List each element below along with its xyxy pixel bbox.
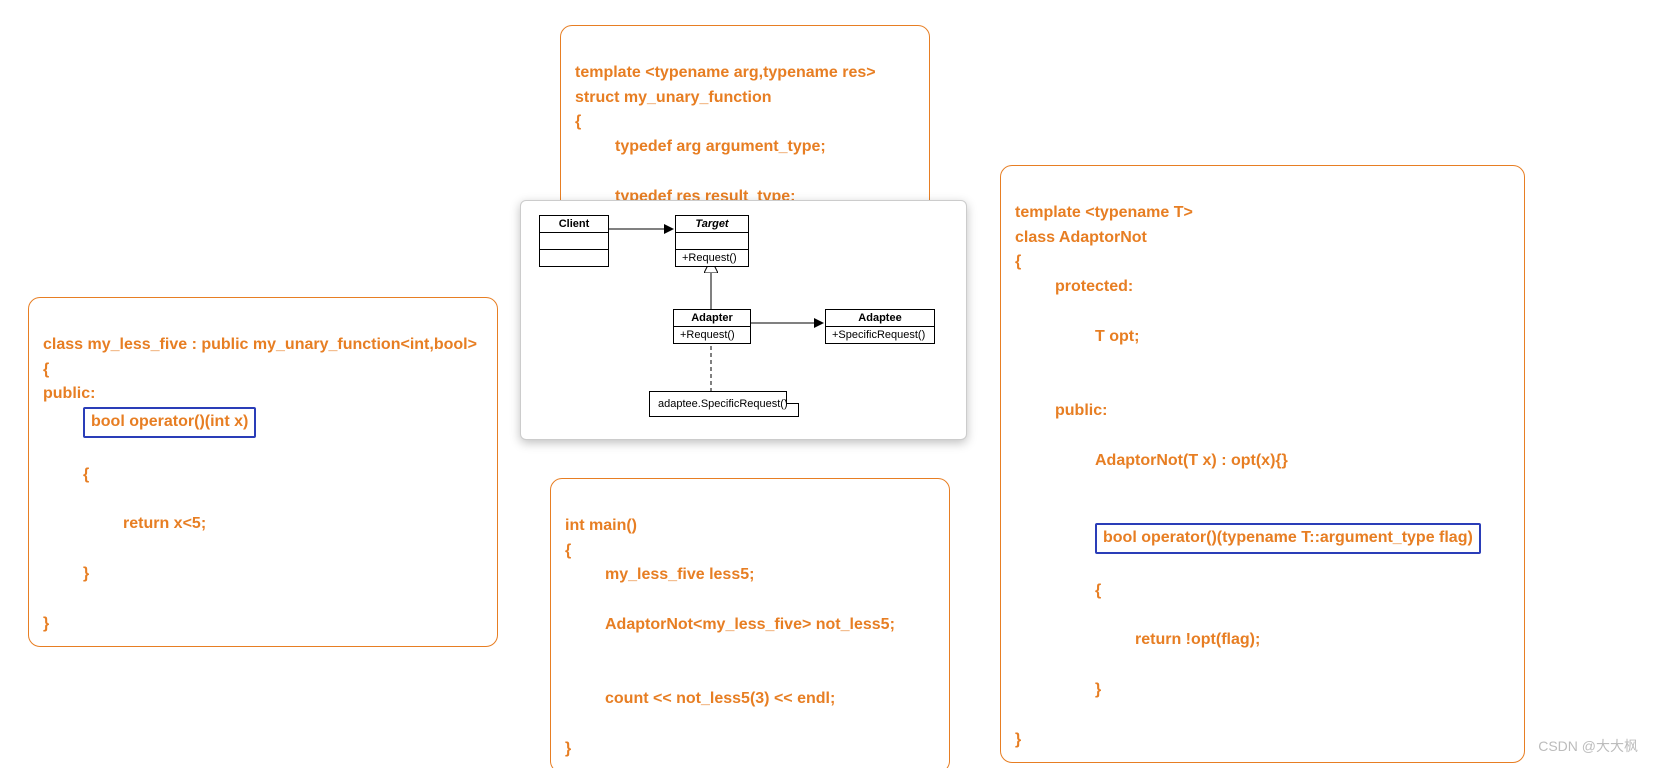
highlighted-operator-left: bool operator()(int x) (83, 407, 256, 438)
code-box-adaptor-not: template <typename T> class AdaptorNot {… (1000, 165, 1525, 763)
code-line: template <typename arg,typename res> (575, 64, 876, 81)
uml-class-client: Client (539, 215, 609, 267)
code-line: { (1015, 579, 1510, 604)
watermark: CSDN @大大枫 (1538, 736, 1638, 756)
code-line: AdaptorNot(T x) : opt(x){} (1015, 449, 1510, 474)
uml-title: Client (540, 216, 608, 233)
code-line: return x<5; (43, 512, 483, 537)
code-line: { (565, 542, 571, 559)
uml-class-target: Target +Request() (675, 215, 749, 267)
note-fold-icon (786, 391, 799, 404)
uml-diagram-card: Client Target +Request() Adapter +Reques… (520, 200, 967, 440)
code-line: public: (1015, 399, 1510, 424)
code-line: AdaptorNot<my_less_five> not_less5; (565, 613, 935, 638)
code-box-main: int main() { my_less_five less5; Adaptor… (550, 478, 950, 768)
code-box-my-less-five: class my_less_five : public my_unary_fun… (28, 297, 498, 647)
code-line: { (43, 463, 483, 488)
uml-class-adaptee: Adaptee +SpecificRequest() (825, 309, 935, 344)
code-line (1015, 377, 1019, 394)
code-line: class AdaptorNot (1015, 229, 1147, 246)
code-line: return !opt(flag); (1015, 628, 1510, 653)
code-line: { (575, 113, 581, 130)
uml-class-adapter: Adapter +Request() (673, 309, 751, 344)
code-line (1015, 501, 1019, 518)
code-line: my_less_five less5; (565, 563, 935, 588)
code-line: count << not_less5(3) << endl; (565, 687, 935, 712)
code-line: } (43, 562, 483, 587)
code-line: int main() (565, 517, 637, 534)
code-line: struct my_unary_function (575, 89, 771, 106)
uml-title: Adaptee (826, 310, 934, 327)
code-line: { (1015, 253, 1021, 270)
code-line: public: (43, 385, 95, 402)
code-line: { (43, 361, 49, 378)
uml-title: Adapter (674, 310, 750, 327)
highlighted-operator-right: bool operator()(typename T::argument_typ… (1095, 523, 1481, 554)
code-line (565, 666, 569, 683)
code-line: } (1015, 678, 1510, 703)
code-line: } (43, 615, 49, 632)
uml-title: Target (676, 216, 748, 233)
code-highlight-wrap: bool operator()(typename T::argument_typ… (1015, 523, 1510, 554)
uml-method: +Request() (674, 327, 750, 343)
code-line: T opt; (1015, 325, 1510, 350)
code-line: } (1015, 731, 1021, 748)
code-highlight-wrap: bool operator()(int x) (43, 407, 483, 438)
uml-method: +SpecificRequest() (826, 327, 934, 343)
uml-note: adaptee.SpecificRequest() (649, 391, 799, 417)
code-line: typedef arg argument_type; (575, 135, 915, 160)
uml-note-text: adaptee.SpecificRequest() (658, 398, 788, 410)
code-line: template <typename T> (1015, 204, 1193, 221)
code-line: class my_less_five : public my_unary_fun… (43, 336, 477, 353)
uml-method: +Request() (676, 250, 748, 266)
code-line: } (565, 740, 571, 757)
code-line: protected: (1015, 275, 1510, 300)
